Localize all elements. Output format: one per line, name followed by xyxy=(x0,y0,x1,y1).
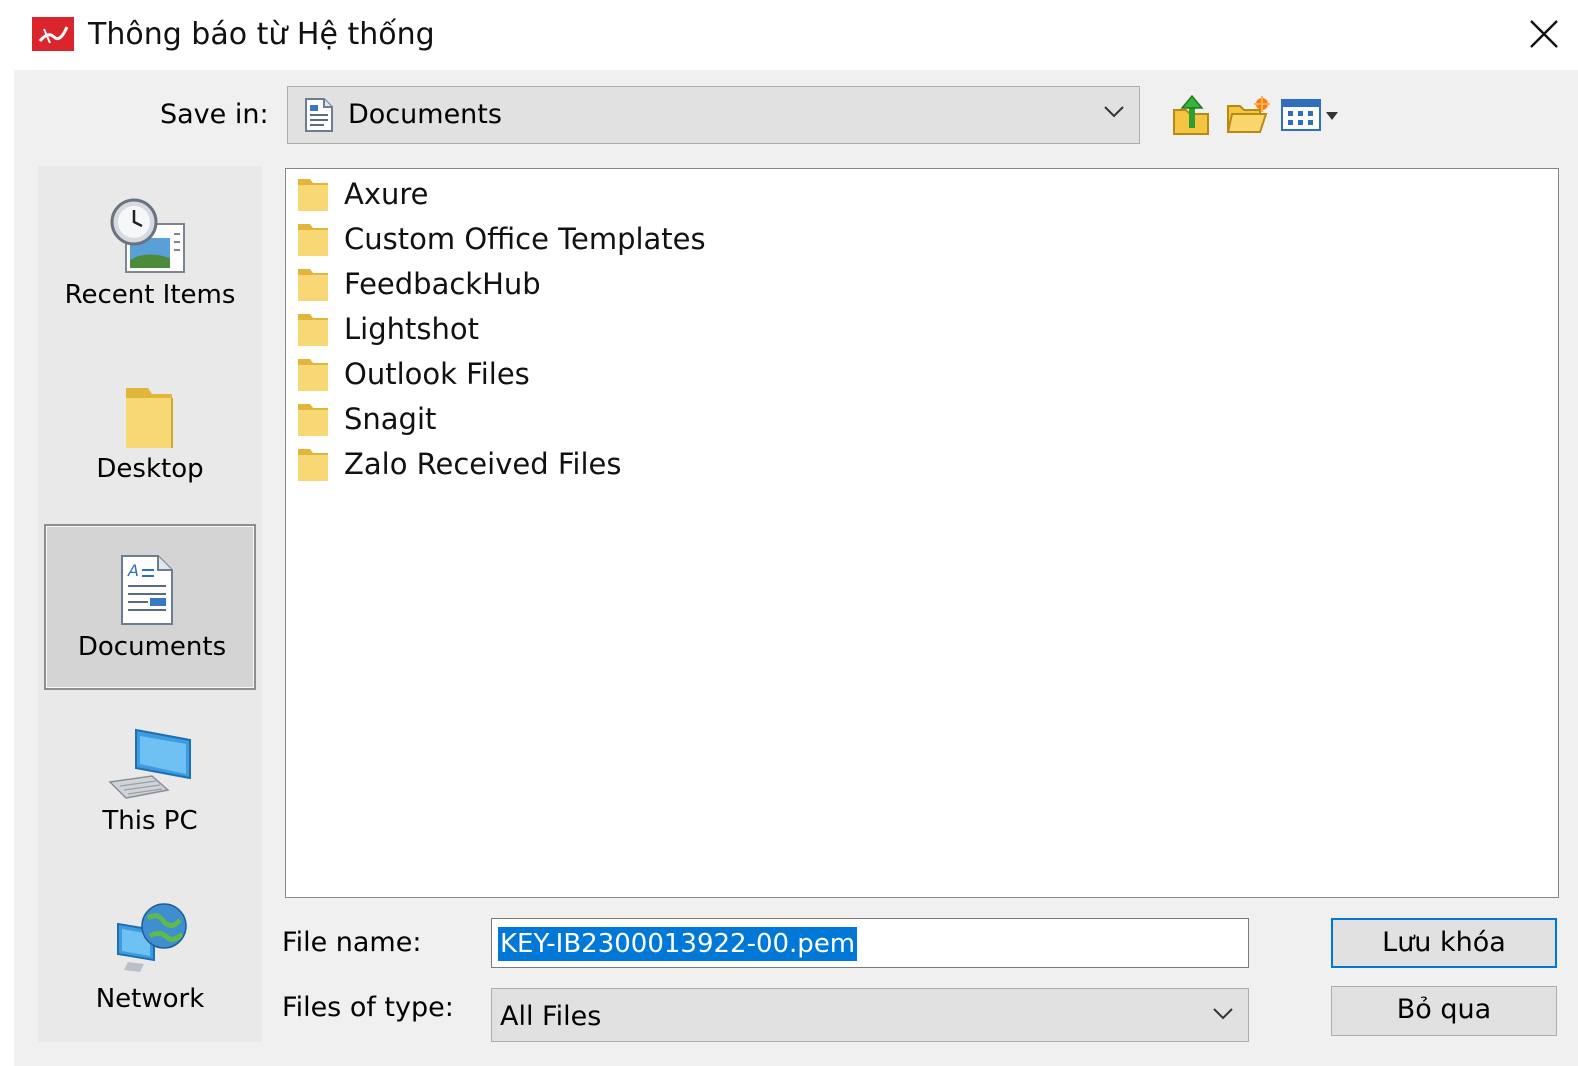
save-in-value: Documents xyxy=(348,99,502,130)
chevron-down-icon xyxy=(1213,1008,1233,1020)
window-title: Thông báo từ Hệ thống xyxy=(88,17,435,52)
svg-text:A: A xyxy=(127,561,139,580)
list-item[interactable]: Custom Office Templates xyxy=(294,217,894,261)
place-desktop[interactable]: Desktop xyxy=(44,346,256,512)
place-network[interactable]: Network xyxy=(44,872,256,1038)
place-label: Network xyxy=(95,984,205,1014)
folder-icon xyxy=(298,269,328,301)
file-name: Zalo Received Files xyxy=(344,447,622,481)
list-item[interactable]: FeedbackHub xyxy=(294,262,894,306)
title-bar: Thông báo từ Hệ thống xyxy=(0,0,1578,70)
list-item[interactable]: Lightshot xyxy=(294,307,894,351)
list-item[interactable]: Zalo Received Files xyxy=(294,442,894,486)
save-in-label: Save in: xyxy=(160,99,269,130)
chevron-down-icon xyxy=(1104,106,1124,118)
folder-icon xyxy=(298,314,328,346)
save-in-combo[interactable]: Documents xyxy=(287,86,1140,144)
place-label: Documents xyxy=(77,632,227,662)
file-name-input[interactable]: KEY-IB2300013922-00.pem xyxy=(491,918,1249,968)
file-name: Axure xyxy=(344,177,429,211)
documents-icon: A xyxy=(121,555,173,625)
close-button[interactable] xyxy=(1514,8,1574,60)
view-menu-icon[interactable] xyxy=(1280,98,1342,132)
close-icon xyxy=(1530,20,1558,48)
cancel-button[interactable]: Bỏ qua xyxy=(1331,986,1557,1036)
folder-icon xyxy=(298,449,328,481)
computer-icon xyxy=(108,728,191,799)
recent-items-icon xyxy=(110,198,185,273)
folder-icon xyxy=(298,404,328,436)
app-logo-icon xyxy=(32,17,74,51)
list-item[interactable]: Snagit xyxy=(294,397,894,441)
place-label: This PC xyxy=(102,806,198,836)
desktop-folder-icon xyxy=(126,388,173,448)
list-item[interactable]: Outlook Files xyxy=(294,352,894,396)
list-item[interactable]: Axure xyxy=(294,172,894,216)
file-name-label: File name: xyxy=(282,927,422,958)
file-type-value: All Files xyxy=(500,1001,602,1032)
place-label: Recent Items xyxy=(64,280,236,310)
folder-icon xyxy=(298,179,328,211)
file-type-combo[interactable]: All Files xyxy=(491,988,1249,1042)
place-recent-items[interactable]: Recent Items xyxy=(44,166,256,332)
file-name-value: KEY-IB2300013922-00.pem xyxy=(498,927,858,961)
new-folder-icon[interactable] xyxy=(1226,96,1270,134)
places-bar: Recent Items Desktop A Documents This PC xyxy=(38,166,262,1042)
file-name: Outlook Files xyxy=(344,357,530,391)
folder-icon xyxy=(298,359,328,391)
file-list[interactable]: Axure Custom Office Templates FeedbackHu… xyxy=(285,168,1559,898)
file-name: Snagit xyxy=(344,402,437,436)
place-this-pc[interactable]: This PC xyxy=(44,696,256,862)
document-icon xyxy=(305,98,333,132)
save-button[interactable]: Lưu khóa xyxy=(1331,918,1557,968)
place-label: Desktop xyxy=(96,454,204,484)
file-type-label: Files of type: xyxy=(282,992,454,1023)
file-name: FeedbackHub xyxy=(344,267,541,301)
folder-icon xyxy=(298,224,328,256)
place-documents[interactable]: A Documents xyxy=(44,524,256,690)
file-name: Custom Office Templates xyxy=(344,222,706,256)
network-icon xyxy=(117,903,187,972)
file-name: Lightshot xyxy=(344,312,479,346)
up-folder-icon[interactable] xyxy=(1172,94,1212,136)
